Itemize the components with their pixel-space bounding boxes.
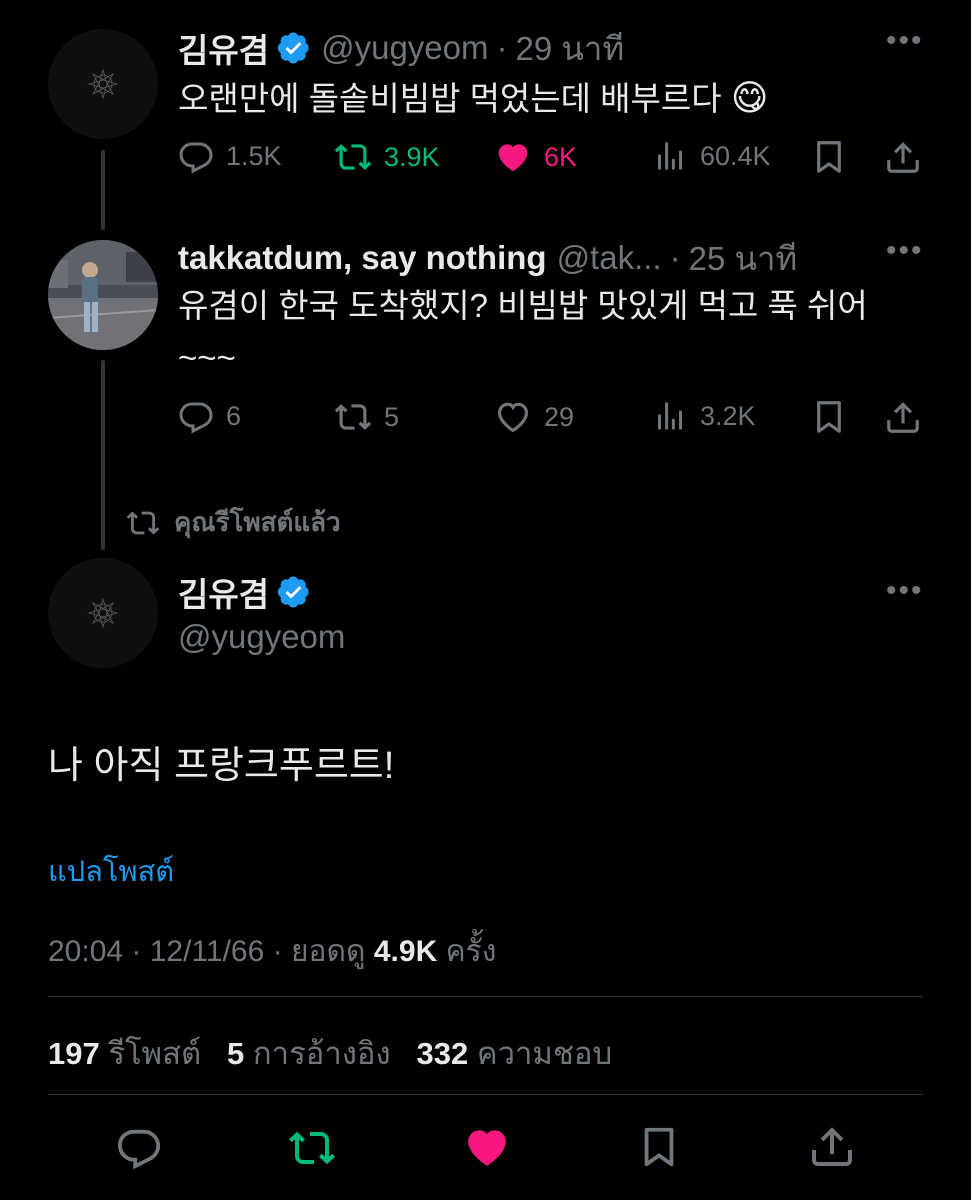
like-count: 6K — [544, 141, 578, 172]
likes-label: ความชอบ — [476, 1036, 613, 1071]
retweet-button[interactable]: 3.9K — [334, 138, 440, 176]
retweet-button[interactable]: 5 — [334, 398, 399, 436]
tweet-text-body: 오랜만에 돌솥비빔밥 먹었는데 배부르다 — [178, 80, 722, 117]
avatar[interactable] — [48, 29, 158, 139]
like-icon — [462, 1122, 512, 1172]
reply-icon — [116, 1124, 162, 1170]
like-icon — [494, 398, 532, 436]
views-icon — [652, 138, 688, 174]
reposts-count: 197 — [48, 1036, 100, 1071]
author-handle[interactable]: @yugyeom — [178, 618, 345, 656]
quotes-label: การอ้างอิง — [252, 1036, 391, 1071]
avatar[interactable] — [48, 240, 158, 350]
logo-icon — [83, 593, 123, 633]
retweet-button[interactable] — [288, 1124, 336, 1177]
reply-count: 6 — [226, 400, 242, 431]
tweet-text-line: 유겸이 한국 도착했지? 비빔밥 맛있게 먹고 푹 쉬어 — [178, 287, 868, 324]
retweet-icon — [334, 398, 372, 436]
bookmark-icon — [810, 398, 848, 436]
reply-count: 1.5K — [226, 140, 282, 171]
author-name[interactable]: 김유겸 — [178, 24, 269, 72]
avatar[interactable] — [48, 558, 158, 668]
views-count: 4.9K — [373, 935, 438, 968]
share-icon — [808, 1122, 856, 1170]
author-name[interactable]: takkatdum, say nothing — [178, 239, 547, 277]
views-count: 3.2K — [700, 400, 756, 431]
separator: · — [496, 29, 508, 66]
verified-icon — [277, 575, 311, 609]
views-icon — [652, 398, 688, 434]
views-button[interactable]: 3.2K — [652, 398, 756, 434]
retweet-icon — [288, 1124, 336, 1172]
share-icon — [884, 398, 922, 436]
reposts-label: รีโพสต์ — [108, 1036, 202, 1071]
like-button[interactable] — [462, 1122, 512, 1177]
bookmark-icon — [810, 138, 848, 176]
reposts-stat[interactable]: 197 รีโพสต์ — [48, 1036, 210, 1071]
tweet-text-line: ~~~ — [178, 339, 236, 376]
share-icon — [884, 138, 922, 176]
quotes-stat[interactable]: 5 การอ้างอิง — [227, 1036, 399, 1071]
retweet-icon — [334, 138, 372, 176]
timestamp[interactable]: 20:04 · 12/11/66 · ยอดดู — [48, 935, 366, 968]
separator: · — [669, 239, 681, 276]
like-button[interactable]: 29 — [494, 398, 574, 436]
like-icon — [494, 138, 532, 176]
author-name[interactable]: 김유겸 — [178, 568, 269, 616]
verified-icon — [277, 31, 311, 65]
more-icon[interactable]: ••• — [886, 234, 924, 268]
retweet-count: 5 — [384, 401, 400, 432]
likes-stat[interactable]: 332 ความชอบ — [417, 1036, 613, 1071]
share-button[interactable] — [884, 398, 922, 441]
author-handle[interactable]: @tak... — [557, 239, 662, 277]
tweet-header: takkatdum, say nothing @tak... · 25 นาที — [178, 236, 878, 280]
tweet-meta: 20:04 · 12/11/66 · ยอดดู 4.9K ครั้ง — [48, 928, 496, 975]
tweet-text: 유겸이 한국 도착했지? 비빔밥 맛있게 먹고 푹 쉬어 ~~~ — [178, 280, 868, 384]
bookmark-button[interactable] — [810, 138, 848, 181]
share-button[interactable] — [884, 138, 922, 181]
reply-icon — [178, 138, 214, 174]
like-button[interactable]: 6K — [494, 138, 577, 176]
retweet-icon — [126, 506, 160, 540]
quotes-count: 5 — [227, 1036, 245, 1071]
main-author-name-row: 김유겸 — [178, 568, 311, 616]
divider — [48, 1094, 923, 1095]
repost-notice: คุณรีโพสต์แล้ว — [126, 502, 341, 543]
like-count: 29 — [544, 401, 575, 432]
reply-icon — [178, 398, 214, 434]
bookmark-button[interactable] — [636, 1124, 682, 1175]
repost-notice-text: คุณรีโพสต์แล้ว — [174, 507, 341, 537]
author-handle[interactable]: @yugyeom — [321, 29, 488, 67]
tweet-header: 김유겸 @yugyeom · 29 นาที — [178, 26, 878, 70]
bookmark-icon — [636, 1124, 682, 1170]
bookmark-button[interactable] — [810, 398, 848, 441]
views-button[interactable]: 60.4K — [652, 138, 771, 174]
divider — [48, 996, 923, 997]
more-icon[interactable]: ••• — [886, 574, 924, 608]
thread-line — [101, 150, 105, 230]
emoji: 😋 — [730, 77, 769, 118]
logo-icon — [83, 64, 123, 104]
engagement-stats: 197 รีโพสต์ 5 การอ้างอิง 332 ความชอบ — [48, 1028, 612, 1078]
retweet-count: 3.9K — [384, 141, 440, 172]
reply-button[interactable]: 1.5K — [178, 138, 282, 174]
more-icon[interactable]: ••• — [886, 24, 924, 58]
avatar-photo — [48, 240, 158, 350]
timestamp[interactable]: 29 นาที — [516, 22, 625, 75]
views-suffix: ครั้ง — [445, 935, 497, 968]
translate-link[interactable]: แปลโพสต์ — [48, 848, 174, 894]
main-tweet-text: 나 아직 프랑크푸르트! — [48, 745, 395, 787]
reply-button[interactable] — [116, 1124, 162, 1175]
reply-button[interactable]: 6 — [178, 398, 241, 434]
tweet-text: 오랜만에 돌솥비빔밥 먹었는데 배부르다 😋 — [178, 72, 768, 125]
thread-line — [101, 360, 105, 550]
share-button[interactable] — [808, 1122, 856, 1175]
views-count: 60.4K — [700, 140, 771, 171]
timestamp[interactable]: 25 นาที — [689, 232, 798, 285]
likes-count: 332 — [416, 1036, 469, 1071]
